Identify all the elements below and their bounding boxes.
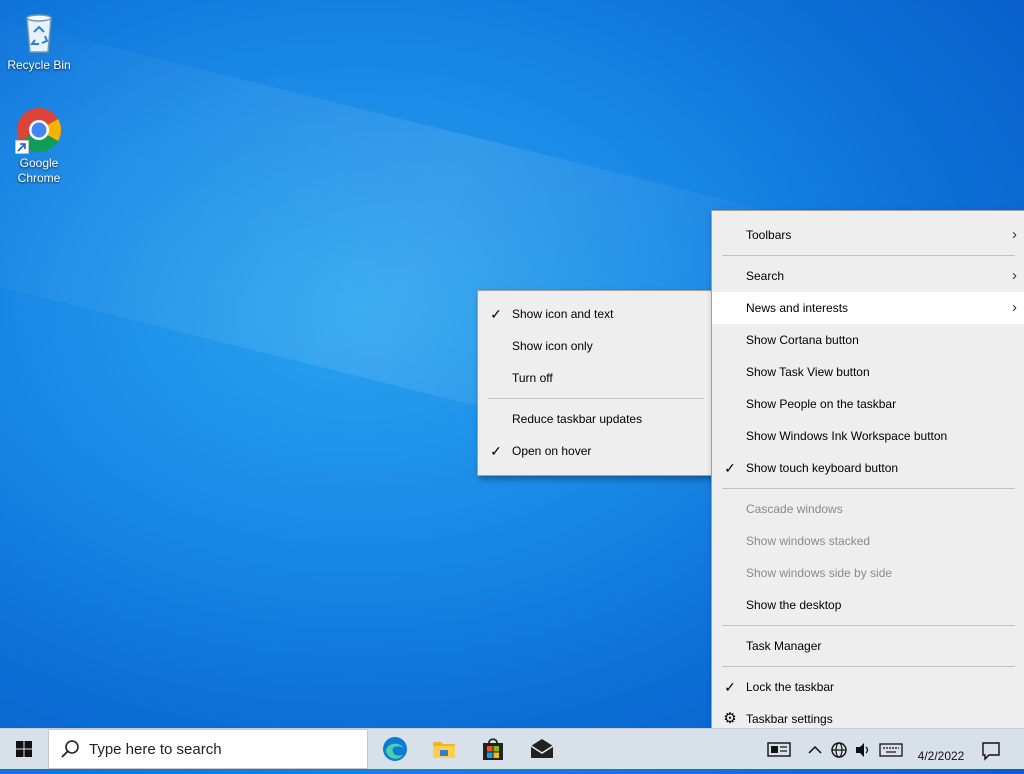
- chrome-icon: [15, 106, 63, 154]
- menu-item-cascade-windows: Cascade windows: [746, 502, 843, 516]
- submenu-item-show-icon-only[interactable]: Show icon only: [478, 330, 714, 362]
- clock[interactable]: 4/2/2022: [915, 729, 967, 769]
- menu-separator: [488, 398, 704, 399]
- windows-logo-icon: [16, 741, 32, 757]
- menu-separator: [722, 255, 1015, 256]
- taskbar-search-box[interactable]: Type here to search: [48, 729, 368, 769]
- menu-separator: [722, 625, 1015, 626]
- menu-separator: [722, 488, 1015, 489]
- search-icon: [61, 740, 79, 758]
- desktop-icon-recycle-bin[interactable]: Recycle Bin: [1, 8, 77, 73]
- volume-icon[interactable]: [853, 729, 873, 769]
- taskbar-context-menu: Toolbars › Search › News and interests ›…: [711, 210, 1024, 744]
- keyboard-icon[interactable]: [878, 729, 904, 769]
- menu-item-show-people[interactable]: Show People on the taskbar: [712, 388, 1024, 420]
- menu-item-show-windows-stacked: Show windows stacked: [746, 534, 871, 548]
- checkmark-icon: ✓: [724, 679, 736, 695]
- menu-separator: [722, 666, 1015, 667]
- menu-item-lock-the-taskbar[interactable]: ✓ Lock the taskbar: [712, 671, 1024, 703]
- file-explorer-icon[interactable]: [430, 735, 458, 763]
- notification-icon[interactable]: [980, 729, 1002, 769]
- desktop-icon-label: Google Chrome: [17, 156, 61, 185]
- chevron-right-icon: ›: [1012, 267, 1017, 284]
- shortcut-arrow-icon: [15, 140, 29, 154]
- desktop-icon-google-chrome[interactable]: Google Chrome: [1, 106, 77, 186]
- menu-item-show-task-view-button[interactable]: Show Task View button: [712, 356, 1024, 388]
- submenu-item-open-on-hover[interactable]: ✓ Open on hover: [478, 435, 714, 467]
- start-button[interactable]: [0, 729, 48, 769]
- network-icon[interactable]: [828, 729, 850, 769]
- clock-date: 4/2/2022: [917, 749, 965, 763]
- menu-item-show-touch-keyboard[interactable]: ✓ Show touch keyboard button: [712, 452, 1024, 484]
- menu-item-show-windows-ink[interactable]: Show Windows Ink Workspace button: [712, 420, 1024, 452]
- microsoft-store-icon[interactable]: [479, 735, 507, 763]
- menu-item-task-manager[interactable]: Task Manager: [712, 630, 1024, 662]
- desktop-icon-label: Recycle Bin: [7, 58, 71, 72]
- menu-item-show-cortana-button[interactable]: Show Cortana button: [712, 324, 1024, 356]
- submenu-item-turn-off[interactable]: Turn off: [478, 362, 714, 394]
- submenu-item-show-icon-and-text[interactable]: ✓ Show icon and text: [478, 298, 714, 330]
- search-placeholder: Type here to search: [89, 741, 222, 758]
- edge-icon[interactable]: [381, 735, 409, 763]
- menu-item-news-and-interests[interactable]: News and interests ›: [712, 292, 1024, 324]
- news-icon[interactable]: [766, 729, 792, 769]
- menu-item-show-windows-side-by-side: Show windows side by side: [746, 566, 893, 580]
- news-interests-submenu: ✓ Show icon and text Show icon only Turn…: [477, 290, 715, 476]
- chevron-right-icon: ›: [1012, 299, 1017, 316]
- checkmark-icon: ✓: [490, 443, 502, 459]
- menu-item-show-the-desktop[interactable]: Show the desktop: [712, 589, 1024, 621]
- mail-icon[interactable]: [528, 735, 556, 763]
- recycle-bin-icon: [15, 8, 63, 56]
- menu-item-search[interactable]: Search ›: [712, 260, 1024, 292]
- menu-item-toolbars[interactable]: Toolbars ›: [712, 219, 1024, 251]
- chevron-up-icon[interactable]: [806, 729, 824, 769]
- checkmark-icon: ✓: [724, 460, 736, 476]
- checkmark-icon: ✓: [490, 306, 502, 322]
- chevron-right-icon: ›: [1012, 226, 1017, 243]
- taskbar: Type here to search 4/2/2022: [0, 728, 1024, 769]
- submenu-item-reduce-taskbar-updates[interactable]: Reduce taskbar updates: [478, 403, 714, 435]
